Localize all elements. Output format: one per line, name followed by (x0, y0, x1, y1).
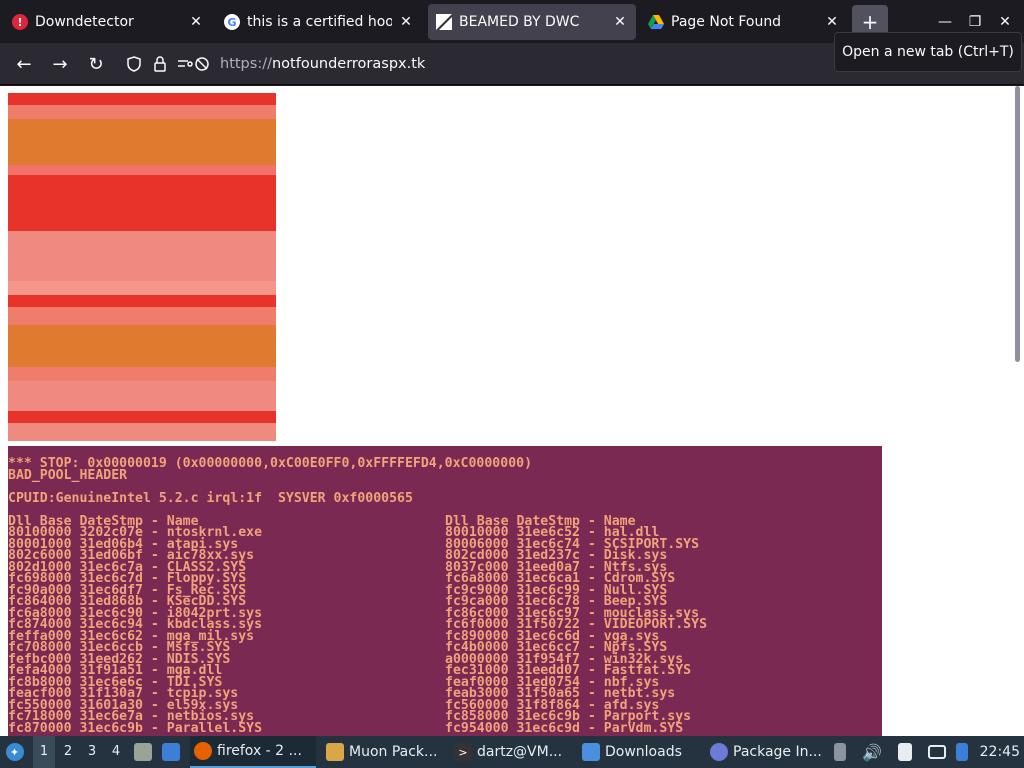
tab-title: Page Not Found (671, 14, 782, 30)
keyboard-layout-icon[interactable] (956, 736, 976, 768)
reload-icon[interactable]: ↻ (84, 52, 108, 76)
network-icon[interactable] (928, 736, 950, 768)
tab-page-not-found[interactable]: Page Not Found ✕ (640, 4, 848, 40)
close-icon[interactable]: ✕ (824, 14, 840, 30)
taskbar-firefox[interactable]: firefox - 2 ... (190, 736, 316, 768)
page-scrollbar[interactable] (1015, 86, 1020, 362)
bsod-cpuid: CPUID:GenuineIntel 5.2.c irql:1f SYSVER … (8, 490, 413, 506)
taskbar-label: Muon Pack... (349, 744, 438, 760)
taskbar-label: firefox - 2 ... (217, 743, 302, 759)
workspace-2[interactable]: 2 (57, 736, 79, 768)
volume-icon[interactable]: 🔊 (862, 736, 884, 768)
page-content: *** STOP: 0x00000019 (0x00000000,0xC00E0… (0, 86, 1024, 736)
workspace-4[interactable]: 4 (105, 736, 127, 768)
permissions-icon[interactable] (176, 54, 210, 74)
bsod-left-column: Dll Base DateStmp - Name 80100000 3202c07… (8, 515, 445, 736)
back-icon[interactable]: ← (12, 52, 36, 76)
new-tab-tooltip: Open a new tab (Ctrl+T) (834, 32, 1022, 72)
taskbar-downloads[interactable]: Downloads (578, 736, 700, 768)
tab-downdetector[interactable]: ! Downdetector ✕ (4, 4, 212, 40)
terminal-icon: > (454, 743, 472, 761)
glitched-image (8, 93, 276, 441)
url-text[interactable]: https://notfounderroraspx.tk (220, 56, 425, 72)
taskbar-muon[interactable]: Muon Pack... (322, 736, 440, 768)
clock: 22:45 (979, 744, 1020, 760)
drive-icon (648, 14, 664, 30)
files-launcher-icon[interactable] (134, 736, 158, 768)
start-menu-icon[interactable]: ✦ (4, 736, 30, 768)
taskbar: ✦ 1 2 3 4 firefox - 2 ... Muon Pack... >… (0, 736, 1024, 768)
shield-icon[interactable] (124, 54, 144, 74)
firefox-icon (194, 742, 212, 760)
tab-title: this is a certified hood (247, 14, 392, 30)
muon-icon (326, 743, 344, 761)
tab-title: Downdetector (35, 14, 134, 30)
close-window-icon[interactable]: ✕ (993, 10, 1017, 34)
desktop-launcher-icon[interactable] (162, 736, 186, 768)
workspace-3[interactable]: 3 (81, 736, 103, 768)
bsod-module-line: fc870000 31ec6c9b - Parallel.SYS (8, 720, 263, 736)
bsod-right-column: Dll Base DateStmp - Name 80010000 31ee6c5… (445, 515, 882, 736)
minimize-icon[interactable]: — (933, 10, 957, 34)
taskbar-label: Package In... (733, 744, 822, 760)
bsod-screen: *** STOP: 0x00000019 (0x00000000,0xC00E0… (8, 446, 882, 736)
tab-beamed-by-dwc[interactable]: BEAMED BY DWC ✕ (428, 4, 636, 40)
maximize-icon[interactable]: ❐ (963, 10, 987, 34)
google-icon: G (224, 14, 240, 30)
bsod-error-name: BAD_POOL_HEADER (8, 467, 128, 483)
url-bar[interactable]: https://notfounderroraspx.tk (118, 48, 818, 80)
tray-indicator-icon[interactable] (834, 736, 852, 768)
bsod-stop-line: *** STOP: 0x00000019 (0x00000000,0xC00E0… (8, 456, 533, 471)
page-icon (436, 14, 452, 30)
taskbar-terminal[interactable]: > dartz@VM... (450, 736, 572, 768)
close-icon[interactable]: ✕ (612, 14, 628, 30)
package-icon (710, 743, 728, 761)
workspace-1[interactable]: 1 (33, 736, 55, 768)
tab-certified-hood[interactable]: G this is a certified hood ✕ (216, 4, 422, 40)
close-icon[interactable]: ✕ (398, 14, 414, 30)
clipboard-icon[interactable] (898, 736, 920, 768)
taskbar-package-installer[interactable]: Package In... (706, 736, 826, 768)
tab-title: BEAMED BY DWC (459, 14, 580, 30)
close-icon[interactable]: ✕ (188, 14, 204, 30)
lock-icon[interactable] (150, 54, 170, 74)
taskbar-label: Downloads (605, 744, 682, 760)
folder-icon (582, 743, 600, 761)
taskbar-label: dartz@VM... (477, 744, 563, 760)
downdetector-icon: ! (12, 14, 28, 30)
bsod-module-line: fc954000 31ec6c9d - ParVdm.SYS (445, 720, 684, 736)
forward-icon[interactable]: → (48, 52, 72, 76)
